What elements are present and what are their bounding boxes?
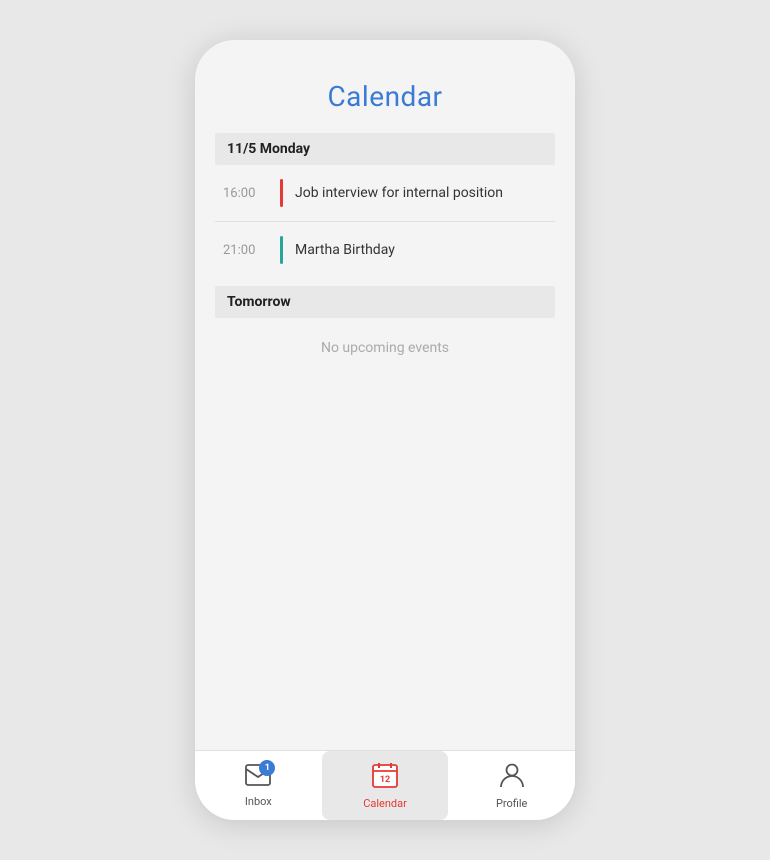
nav-label-profile: Profile <box>496 797 527 810</box>
event-bar-red <box>280 179 283 207</box>
event-title-interview: Job interview for internal position <box>295 185 503 201</box>
day-section-tomorrow: Tomorrow No upcoming events <box>215 286 555 376</box>
day-header-tomorrow: Tomorrow <box>215 286 555 318</box>
phone-container: Calendar 11/5 Monday 16:00 Job interview… <box>195 40 575 820</box>
divider <box>215 221 555 222</box>
nav-item-inbox[interactable]: 1 Inbox <box>195 751 322 820</box>
page-title: Calendar <box>195 40 575 133</box>
day-section-monday: 11/5 Monday 16:00 Job interview for inte… <box>215 133 555 276</box>
nav-label-calendar: Calendar <box>363 797 407 810</box>
event-title-birthday: Martha Birthday <box>295 242 395 258</box>
event-time-2100: 21:00 <box>223 243 268 258</box>
nav-item-calendar[interactable]: 12 Calendar <box>322 751 449 820</box>
day-header-monday: 11/5 Monday <box>215 133 555 165</box>
event-bar-teal <box>280 236 283 264</box>
calendar-content: 11/5 Monday 16:00 Job interview for inte… <box>195 133 575 750</box>
event-row-interview[interactable]: 16:00 Job interview for internal positio… <box>215 167 555 219</box>
inbox-badge: 1 <box>259 760 275 776</box>
nav-label-inbox: Inbox <box>245 795 272 808</box>
calendar-icon: 12 <box>372 762 398 794</box>
event-row-birthday[interactable]: 21:00 Martha Birthday <box>215 224 555 276</box>
bottom-nav: 1 Inbox 12 Calendar <box>195 750 575 820</box>
nav-item-profile[interactable]: Profile <box>448 751 575 820</box>
svg-text:12: 12 <box>380 775 390 785</box>
event-time-1600: 16:00 <box>223 186 268 201</box>
profile-icon <box>500 762 524 794</box>
screen: Calendar 11/5 Monday 16:00 Job interview… <box>195 40 575 820</box>
inbox-icon: 1 <box>245 764 271 792</box>
no-events-text: No upcoming events <box>215 320 555 376</box>
